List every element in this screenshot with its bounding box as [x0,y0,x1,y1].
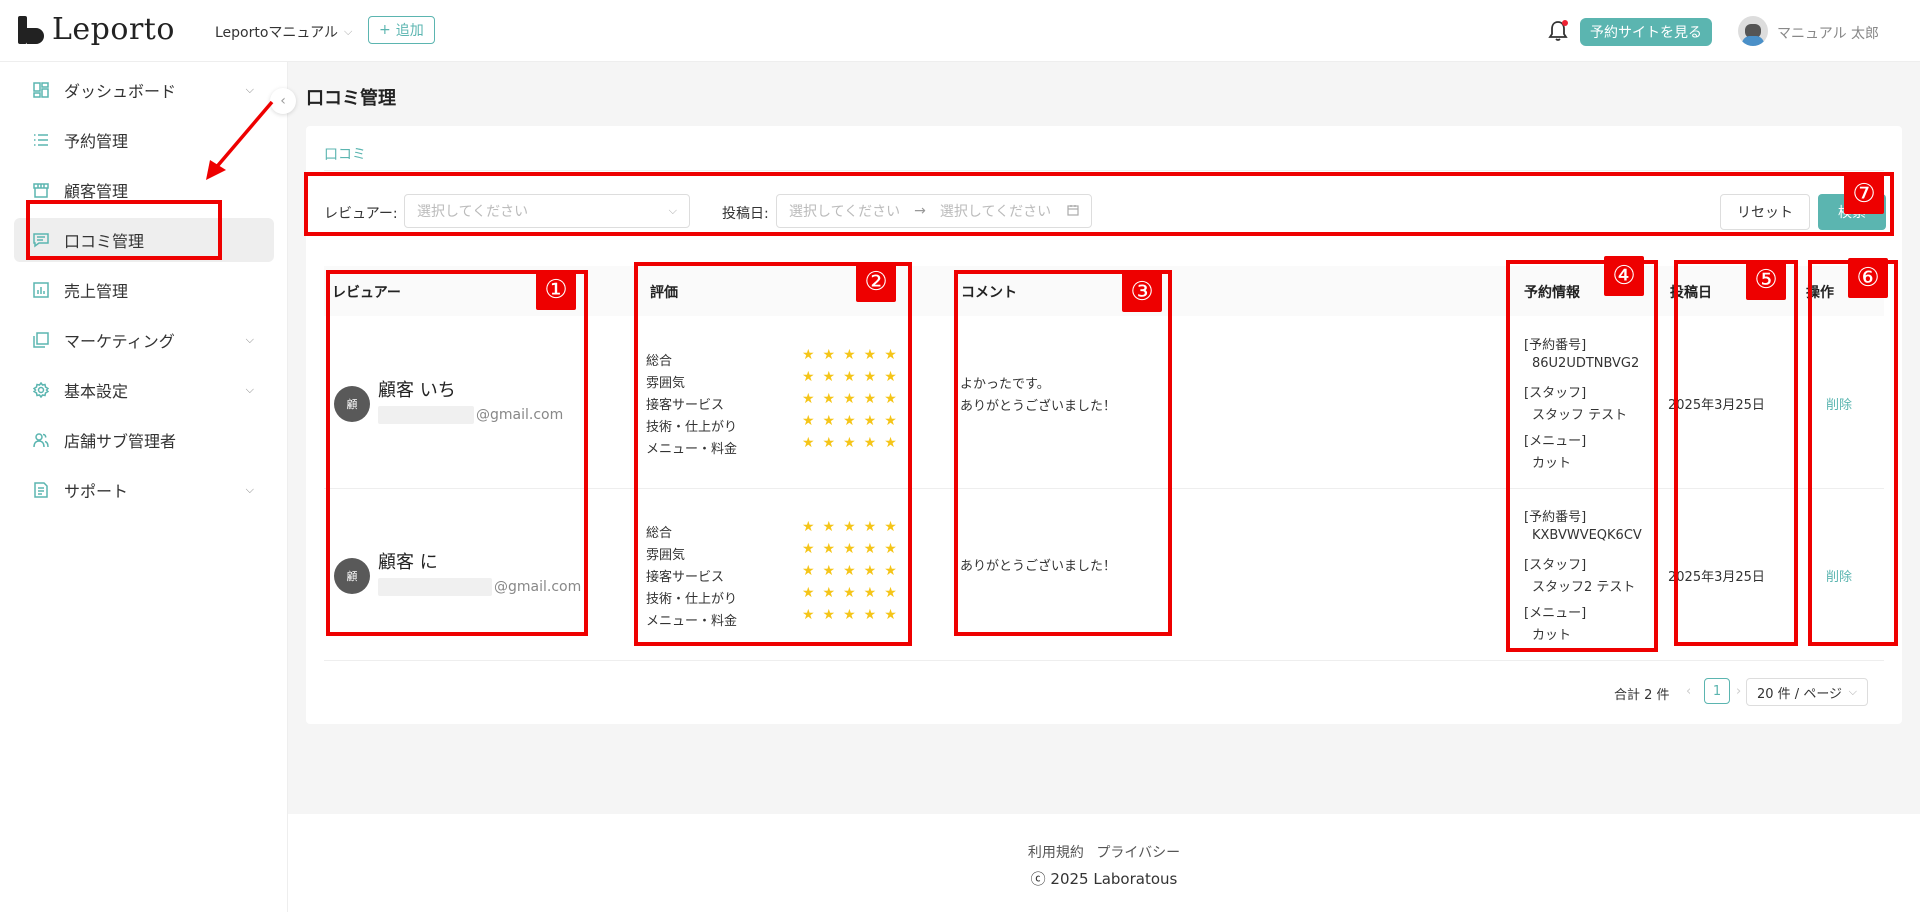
pagination-current-page[interactable]: 1 [1704,678,1730,704]
store-icon [32,181,50,199]
annotation-badge: ⑥ [1848,258,1888,298]
view-booking-site-button[interactable]: 予約サイトを見る [1580,18,1712,46]
sidebar-item-label: ダッシュボード [64,82,177,101]
copyright: ⓒ 2025 Laboratous [1030,870,1178,888]
annotation-badge: ④ [1604,256,1644,296]
users-icon [32,431,50,449]
annotation-badge: ⑦ [1844,174,1884,214]
chevron-down-icon: ⌵ [1848,685,1857,698]
page-size-value: 20 件 / ページ [1757,686,1843,702]
annotation-box-date [1674,260,1798,646]
add-button[interactable]: + 追加 [368,16,435,44]
annotation-box-action [1808,260,1898,646]
dashboard-icon [32,81,50,99]
chevron-right-icon[interactable]: › [1736,684,1741,699]
footer: 利用規約 プライバシー ⓒ 2025 Laboratous [288,814,1920,912]
annotation-badge: ③ [1122,272,1162,312]
sidebar-item-label: 予約管理 [64,132,129,151]
user-name[interactable]: マニュアル 太郎 [1777,23,1879,43]
annotation-badge: ① [536,270,576,310]
chevron-left-icon[interactable]: ‹ [1686,684,1691,699]
sidebar-item-sales[interactable]: 売上管理 [14,268,274,312]
annotation-badge: ② [856,262,896,302]
sidebar-item-sub-admins[interactable]: 店舗サブ管理者 [14,418,274,462]
top-header: Leporto Leportoマニュアル ⌵ + 追加 予約サイトを見る マニュ… [0,0,1920,62]
copy-icon [32,331,50,349]
sidebar-item-label: 顧客管理 [64,182,129,201]
tab-divider [324,170,1884,171]
plus-icon: + [379,22,391,38]
sidebar-item-label: マーケティング [64,332,175,351]
annotation-arrow [206,100,274,180]
sidebar-item-marketing[interactable]: マーケティング ⌵ [14,318,274,362]
row-divider [324,660,1884,661]
annotation-box-reservation [1506,260,1658,652]
sidebar-item-support[interactable]: サポート ⌵ [14,468,274,512]
logo-text: Leporto [52,12,175,47]
terms-link[interactable]: 利用規約 [1028,845,1084,861]
annotation-box-rating [634,262,912,646]
chart-icon [32,281,50,299]
chevron-left-icon: ‹ [280,93,286,109]
chevron-down-icon: ⌵ [245,383,254,396]
add-button-label: 追加 [395,23,424,39]
chevron-down-icon: ⌵ [245,333,254,346]
page-title: 口コミ管理 [306,88,396,109]
sidebar: ダッシュボード ⌵ 予約管理 顧客管理 口コミ管理 売上管理 マーケティング ⌵… [0,62,288,912]
sidebar-item-label: 売上管理 [64,282,129,301]
sidebar-item-label: 基本設定 [64,382,129,401]
logo-mark-icon [18,15,44,44]
privacy-link[interactable]: プライバシー [1096,845,1180,861]
pagination-total: 合計 2 件 [1614,688,1670,703]
annotation-box-comment [954,270,1172,636]
annotation-box-reviewer [326,270,588,636]
shop-selector[interactable]: Leportoマニュアル ⌵ [215,22,352,42]
list-icon [32,131,50,149]
bell-icon[interactable] [1548,20,1568,42]
footer-links: 利用規約 プライバシー [288,842,1920,862]
page-size-select[interactable]: 20 件 / ページ ⌵ [1746,678,1868,706]
avatar[interactable] [1738,16,1768,46]
chevron-down-icon: ⌵ [344,25,353,38]
annotation-box-filters [304,172,1894,236]
annotation-box-sidebar [26,200,222,260]
logo[interactable]: Leporto [18,12,175,47]
chevron-down-icon: ⌵ [245,483,254,496]
sidebar-item-settings[interactable]: 基本設定 ⌵ [14,368,274,412]
shop-name: Leportoマニュアル [215,25,339,41]
gear-icon [32,381,50,399]
report-icon [32,481,50,499]
sidebar-item-label: サポート [64,482,129,501]
annotation-badge: ⑤ [1746,260,1786,300]
sidebar-item-label: 店舗サブ管理者 [64,432,177,451]
chevron-down-icon: ⌵ [245,83,254,96]
notification-dot [1562,20,1568,26]
